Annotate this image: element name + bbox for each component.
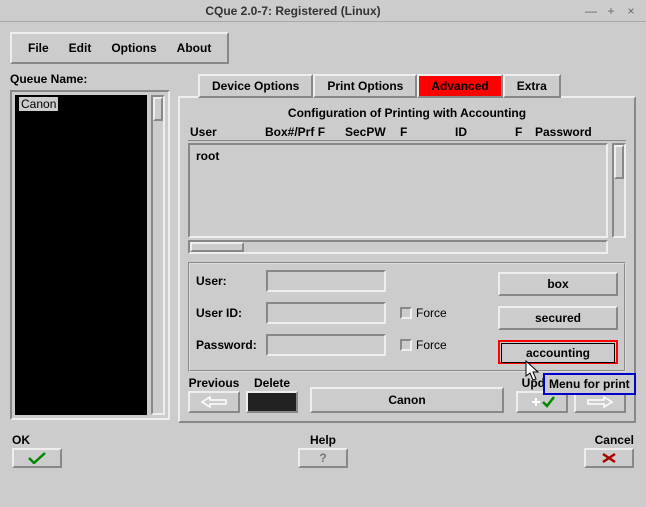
titlebar: CQue 2.0-7: Registered (Linux) — + × (0, 0, 646, 22)
previous-label: Previous (189, 376, 240, 390)
cancel-button[interactable] (584, 448, 634, 468)
mode-secured-button[interactable]: secured (498, 306, 618, 330)
userid-input[interactable] (266, 302, 386, 324)
ok-label: OK (12, 433, 30, 447)
check-icon (27, 452, 47, 464)
tooltip: Menu for print (543, 373, 636, 395)
col-box: Box#/Prf (265, 125, 314, 139)
tab-print-options[interactable]: Print Options (313, 74, 417, 98)
tab-device-options[interactable]: Device Options (198, 74, 313, 98)
queue-name-button[interactable]: Canon (310, 387, 504, 413)
queue-listbox[interactable]: Canon (10, 90, 170, 420)
menu-options[interactable]: Options (101, 38, 166, 58)
arrow-left-icon (200, 396, 228, 408)
queue-label: Queue Name: (10, 72, 170, 86)
help-label: Help (310, 433, 336, 447)
mode-accounting-button[interactable]: accounting (498, 340, 618, 364)
arrow-right-icon (586, 396, 614, 408)
tab-advanced[interactable]: Advanced (417, 74, 502, 98)
menubar: File Edit Options About (10, 32, 229, 64)
close-icon[interactable]: × (624, 4, 638, 18)
minimize-icon[interactable]: — (584, 4, 598, 18)
menu-about[interactable]: About (167, 38, 222, 58)
queue-item-selected[interactable]: Canon (19, 97, 58, 111)
menu-file[interactable]: File (18, 38, 59, 58)
tab-extra[interactable]: Extra (503, 74, 561, 98)
col-id: ID (455, 125, 515, 139)
password-force-checkbox[interactable] (400, 339, 412, 351)
x-icon (601, 452, 617, 464)
accounting-listbox[interactable]: root (188, 143, 608, 238)
password-input[interactable] (266, 334, 386, 356)
col-user: User (190, 125, 265, 139)
cancel-label: Cancel (595, 433, 634, 447)
userid-force-checkbox[interactable] (400, 307, 412, 319)
delete-label: Delete (254, 376, 290, 390)
col-f2: F (515, 125, 535, 139)
question-icon: ? (319, 451, 326, 465)
help-button[interactable]: ? (298, 448, 348, 468)
delete-button[interactable] (246, 391, 298, 413)
user-label: User: (196, 274, 266, 288)
form-area: User: User ID: Force Passwo (188, 262, 626, 372)
menu-edit[interactable]: Edit (59, 38, 102, 58)
previous-button[interactable] (188, 391, 240, 413)
mode-box-button[interactable]: box (498, 272, 618, 296)
list-vscrollbar[interactable] (612, 143, 626, 238)
col-f0: F (318, 125, 325, 139)
panel-title: Configuration of Printing with Accountin… (188, 104, 626, 124)
table-row[interactable]: root (196, 149, 600, 163)
col-secpw: SecPW (345, 125, 400, 139)
userid-label: User ID: (196, 306, 266, 320)
password-force-label: Force (416, 338, 447, 352)
plus-check-icon (528, 395, 556, 409)
col-f1: F (400, 125, 455, 139)
ok-button[interactable] (12, 448, 62, 468)
col-password: Password (535, 125, 624, 139)
userid-force-label: Force (416, 306, 447, 320)
queue-scrollbar[interactable] (151, 95, 165, 415)
window-title: CQue 2.0-7: Registered (Linux) (8, 4, 578, 18)
column-headers: User Box#/Prf F SecPW F ID F Password (188, 124, 626, 141)
mode-accounting-label: accounting (501, 343, 615, 363)
list-hscrollbar[interactable] (188, 240, 608, 254)
bottom-row: OK Help ? Cancel (10, 433, 636, 468)
tab-row: Device Options Print Options Advanced Ex… (178, 72, 636, 96)
password-label: Password: (196, 338, 266, 352)
maximize-icon[interactable]: + (604, 4, 618, 18)
user-input[interactable] (266, 270, 386, 292)
